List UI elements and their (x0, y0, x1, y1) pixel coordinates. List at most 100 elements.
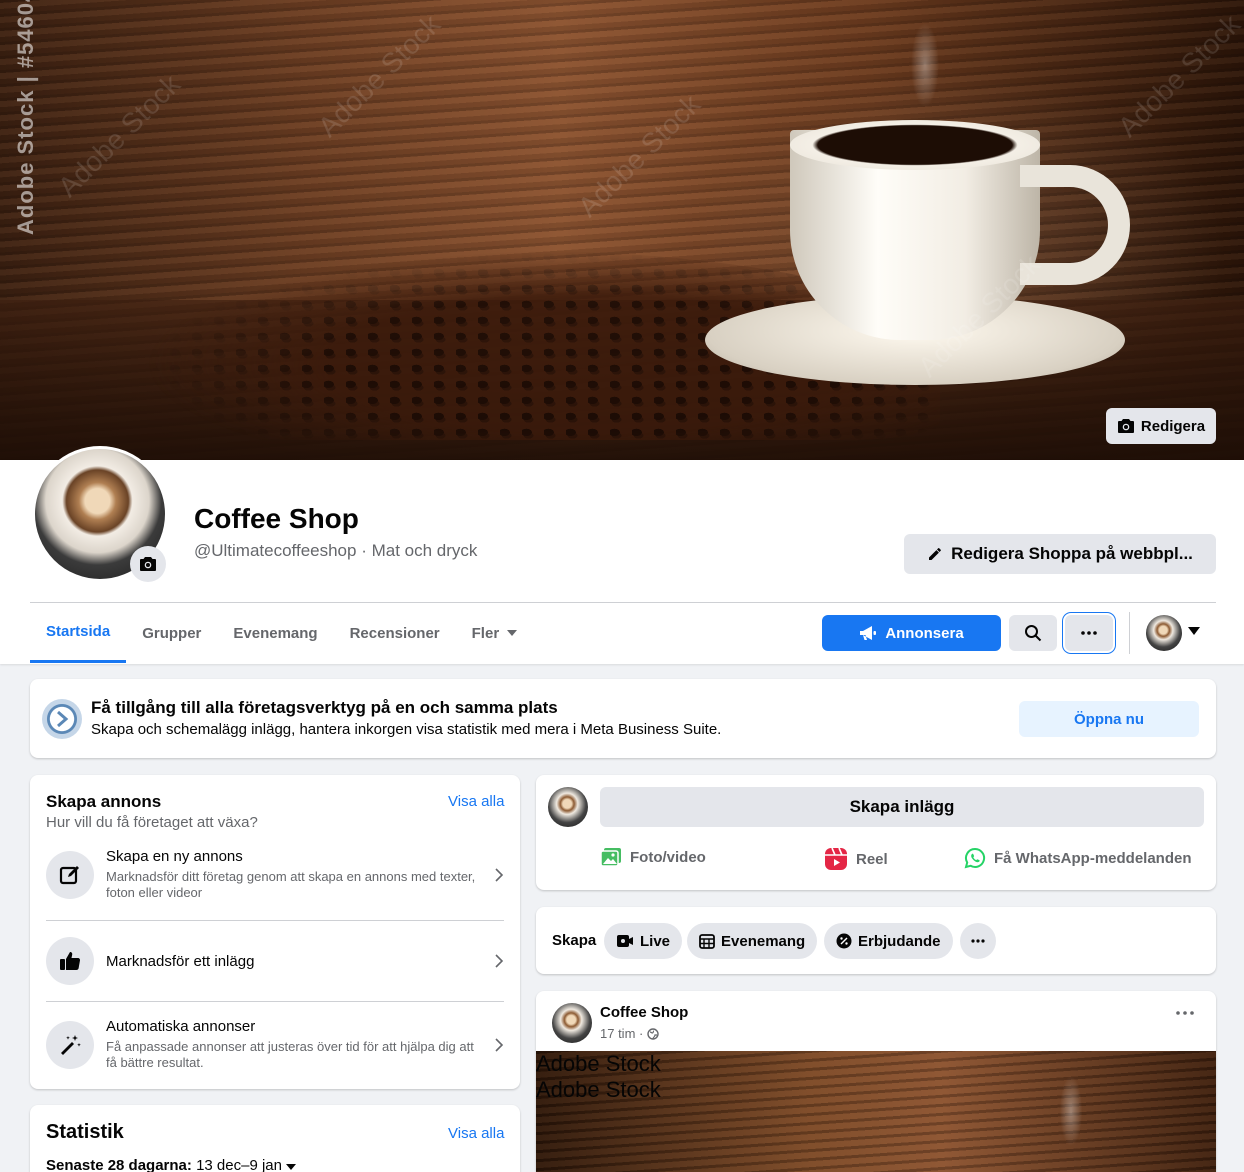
reel-label: Reel (856, 850, 888, 868)
banner-title: Få tillgång till alla företagsverktyg på… (91, 698, 558, 717)
ad-option-description: Marknadsför ditt företag genom att skapa… (106, 869, 476, 900)
tab-label: Startsida (46, 623, 111, 640)
ad-option-boost-post[interactable]: Marknadsför ett inlägg (46, 937, 504, 985)
post-author[interactable]: Coffee Shop (600, 1004, 688, 1021)
thumbs-up-icon (60, 952, 81, 971)
edit-icon (59, 865, 79, 884)
post-image[interactable]: Adobe Stock Adobe Stock (536, 1051, 1216, 1172)
see-all-link[interactable]: Visa alla (448, 1125, 504, 1142)
date-range-value: 13 dec–9 jan (196, 1157, 282, 1172)
edit-profile-picture-button[interactable] (130, 546, 166, 582)
post-time: 17 tim · (600, 1026, 644, 1041)
post-more-icon[interactable] (1176, 1011, 1194, 1015)
tab-label: Fler (471, 624, 500, 642)
tab-label: Grupper (142, 624, 202, 642)
switch-profile-avatar[interactable] (1146, 615, 1182, 651)
event-chip[interactable]: Evenemang (687, 923, 818, 959)
advertise-button[interactable]: Annonsera (822, 615, 1001, 651)
whatsapp-label: Få WhatsApp-meddelanden (994, 849, 1192, 867)
avatar[interactable] (552, 1003, 592, 1043)
ad-option-new-ad[interactable]: Skapa en ny annons Marknadsför ditt före… (46, 848, 504, 901)
page-title: Coffee Shop (194, 503, 359, 534)
chip-label: Erbjudande (858, 932, 941, 950)
meta-business-suite-icon (42, 699, 82, 739)
feed-post: Coffee Shop 17 tim · Adobe Stock Adobe S… (536, 991, 1216, 1172)
search-button[interactable] (1009, 615, 1057, 651)
post-timestamp[interactable]: 17 tim · (600, 1026, 660, 1041)
tab-startsida[interactable]: Startsida (30, 603, 127, 663)
chevron-right-icon (495, 954, 504, 968)
avatar (548, 787, 588, 827)
tab-label: Evenemang (233, 624, 318, 642)
post-image-watermark: Adobe Stock (536, 1051, 661, 1076)
page-subtitle: @Ultimatecoffeeshop · Mat och dryck (194, 541, 478, 560)
post-composer: Skapa inlägg Foto/video Reel Få WhatsApp… (536, 775, 1216, 890)
create-post-button[interactable]: Skapa inlägg (600, 787, 1204, 827)
advertise-label: Annonsera (885, 624, 964, 642)
photo-video-button[interactable]: Foto/video (600, 847, 706, 867)
ad-option-automated-ads[interactable]: Automatiska annonser Få anpassade annons… (46, 1018, 504, 1071)
offer-chip[interactable]: Erbjudande (824, 923, 953, 959)
magic-wand-icon (61, 1034, 81, 1055)
reel-icon (825, 847, 847, 870)
pencil-icon (929, 548, 942, 560)
edit-shop-label: Redigera Shoppa på webbpl... (951, 544, 1193, 563)
post-image-steam (1036, 1051, 1106, 1171)
open-now-button[interactable]: Öppna nu (1019, 701, 1199, 737)
chevron-right-icon (495, 867, 504, 882)
tab-evenemang[interactable]: Evenemang (217, 603, 333, 663)
tab-recensioner[interactable]: Recensioner (334, 603, 456, 663)
post-image-watermark: Adobe Stock (536, 1077, 661, 1102)
ad-option-title: Automatiska annonser (106, 1018, 256, 1035)
see-all-link[interactable]: Visa alla (448, 793, 504, 810)
photo-icon (600, 848, 621, 867)
create-ad-title: Skapa annons (46, 792, 162, 811)
more-icon (971, 939, 985, 943)
caret-down-icon[interactable] (1188, 627, 1200, 635)
statistics-title: Statistik (46, 1121, 124, 1143)
statistics-card: Statistik Visa alla Senaste 28 dagarna: … (30, 1105, 520, 1172)
date-range-selector[interactable]: Senaste 28 dagarna: 13 dec–9 jan (46, 1157, 297, 1172)
banner-text: Skapa och schemalägg inlägg, hantera ink… (91, 721, 722, 738)
more-options-button[interactable] (1065, 615, 1113, 651)
megaphone-icon (860, 626, 877, 640)
chip-label: Evenemang (721, 932, 806, 950)
cover-steam (880, 0, 970, 130)
reel-button[interactable]: Reel (824, 847, 888, 871)
edit-cover-label: Redigera (1140, 417, 1206, 435)
edit-cover-button[interactable]: Redigera (1106, 408, 1216, 444)
nav-separator (1129, 612, 1130, 654)
ad-option-description: Få anpassade annonser att justeras över … (106, 1039, 474, 1070)
live-chip[interactable]: Live (604, 923, 683, 959)
cover-photo: Adobe Stock Adobe Stock Adobe Stock Adob… (0, 0, 1244, 460)
camera-icon (1117, 419, 1134, 433)
create-ad-subtitle: Hur vill du få företaget att växa? (46, 814, 258, 831)
edit-shop-button[interactable]: Redigera Shoppa på webbpl... (904, 534, 1216, 574)
chevron-right-icon (495, 1037, 504, 1052)
photo-video-label: Foto/video (630, 848, 706, 866)
more-icon (1081, 631, 1097, 635)
date-range-label: Senaste 28 dagarna: (46, 1157, 192, 1172)
business-suite-banner: Få tillgång till alla företagsverktyg på… (30, 679, 1216, 758)
tab-label: Recensioner (349, 624, 440, 642)
live-video-icon (617, 935, 633, 947)
create-label: Skapa (552, 932, 597, 949)
tab-grupper[interactable]: Grupper (126, 603, 217, 663)
search-icon (1025, 625, 1042, 642)
list-divider (46, 1001, 504, 1002)
create-shortcuts: Skapa Live Evenemang Erbjudande (536, 907, 1216, 974)
tab-fler[interactable]: Fler (456, 603, 534, 663)
list-divider (46, 920, 504, 921)
caret-down-icon (286, 1164, 297, 1170)
caret-down-icon (507, 630, 518, 636)
camera-icon (140, 557, 156, 571)
whatsapp-icon (964, 847, 986, 869)
page-tabs: Startsida Grupper Evenemang Recensioner … (30, 603, 533, 663)
whatsapp-button[interactable]: Få WhatsApp-meddelanden (964, 847, 1192, 869)
globe-icon (647, 1027, 660, 1040)
cover-side-watermark: Adobe Stock | #54604060 (13, 0, 38, 235)
create-ad-card: Skapa annons Hur vill du få företaget at… (30, 775, 520, 1089)
more-create-options-button[interactable] (960, 923, 996, 959)
ad-option-title: Skapa en ny annons (106, 848, 243, 865)
offer-icon (836, 933, 852, 949)
